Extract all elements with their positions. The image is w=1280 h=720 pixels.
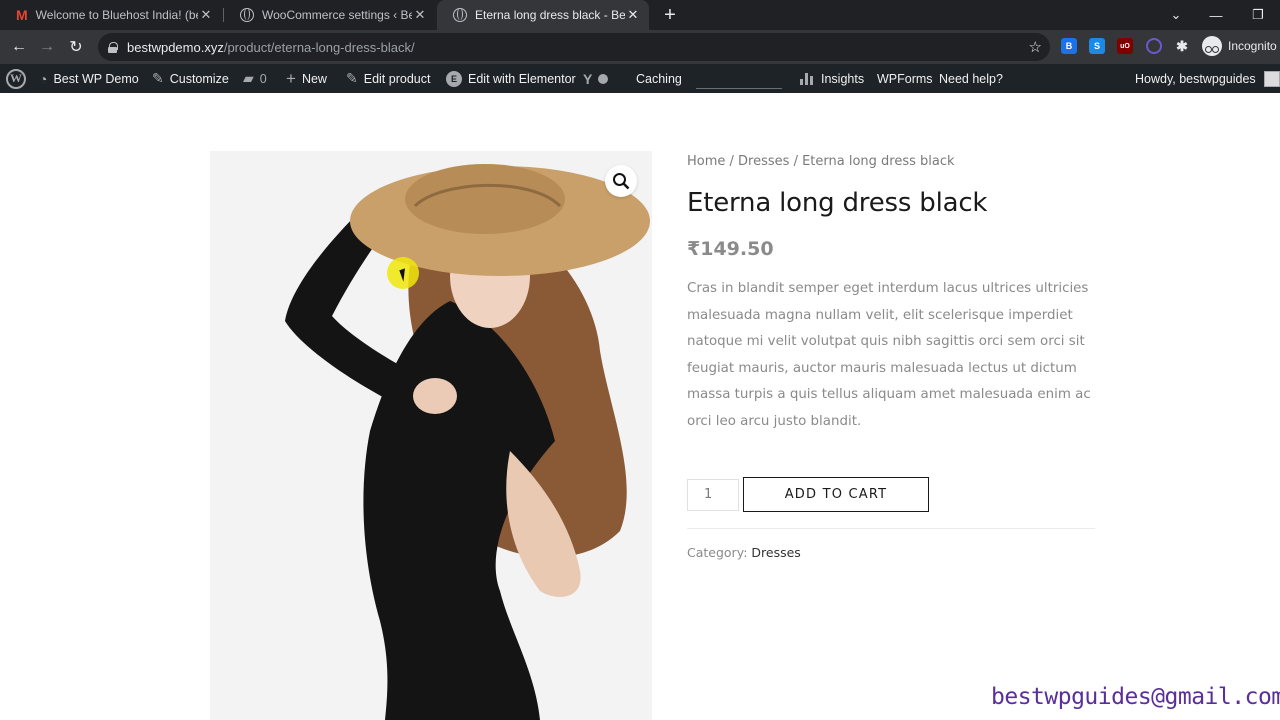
s-extension-icon[interactable]: S xyxy=(1089,38,1105,54)
tab-bluehost[interactable]: M Welcome to Bluehost India! (bes ✕ xyxy=(0,0,222,30)
paintbrush-icon: ✎ xyxy=(152,70,164,86)
insights-menu[interactable]: Insights xyxy=(800,64,864,93)
profile-label: Incognito xyxy=(1228,39,1277,53)
customize-label: Customize xyxy=(169,71,229,86)
wpforms-label: WPForms xyxy=(877,71,933,86)
browser-toolbar: ← → ↻ bestwpdemo.xyz/product/eterna-long… xyxy=(0,30,1280,64)
breadcrumb-category-link[interactable]: Dresses xyxy=(738,154,789,169)
bitwarden-extension-icon[interactable]: B xyxy=(1061,38,1077,54)
product-meta: Category: Dresses xyxy=(687,545,801,560)
woman-in-black-dress-photo xyxy=(210,151,652,720)
reload-icon[interactable]: ↻ xyxy=(64,35,88,59)
image-zoom-button[interactable] xyxy=(605,165,637,197)
close-icon[interactable]: ✕ xyxy=(198,7,214,23)
url-path: /product/eterna-long-dress-black/ xyxy=(223,39,415,55)
address-bar[interactable]: bestwpdemo.xyz/product/eterna-long-dress… xyxy=(98,33,1050,61)
my-account-menu[interactable]: Howdy, bestwpguides xyxy=(1135,64,1280,93)
restore-icon[interactable]: ❐ xyxy=(1238,0,1278,30)
breadcrumb-separator: / xyxy=(725,154,739,169)
lock-icon xyxy=(108,41,118,53)
product-short-description: Cras in blandit semper eget interdum lac… xyxy=(687,281,1091,429)
insights-bars-icon xyxy=(800,72,813,85)
minimize-icon[interactable]: — xyxy=(1196,0,1236,30)
url-text[interactable]: bestwpdemo.xyz/product/eterna-long-dress… xyxy=(127,40,415,55)
customize-link[interactable]: ✎ Customize xyxy=(152,64,229,93)
magnifier-icon xyxy=(613,173,630,190)
yoast-icon: Y xyxy=(583,70,593,87)
product-image[interactable] xyxy=(210,151,652,720)
edit-product-link[interactable]: ✎ Edit product xyxy=(346,64,430,93)
comments-count: 0 xyxy=(259,71,267,86)
extension-icon[interactable] xyxy=(1146,38,1162,54)
insights-label: Insights xyxy=(821,71,865,86)
ublock-extension-icon[interactable]: uO xyxy=(1117,38,1133,54)
pencil-icon: ✎ xyxy=(346,70,358,86)
edit-with-elementor-link[interactable]: E Edit with Elementor xyxy=(446,64,576,93)
globe-icon xyxy=(453,8,467,22)
puzzle-extensions-icon[interactable]: ✱ xyxy=(1174,38,1190,54)
watermark-email: bestwpguides@gmail.com xyxy=(991,684,1280,710)
incognito-icon xyxy=(1202,36,1222,56)
bookmark-star-icon[interactable]: ☆ xyxy=(1029,38,1042,56)
need-help-label: Need help? xyxy=(939,71,1003,86)
new-tab-button[interactable]: + xyxy=(660,4,680,26)
tab-title: WooCommerce settings ‹ Best W xyxy=(262,8,412,22)
edit-elementor-label: Edit with Elementor xyxy=(468,71,576,86)
category-label: Category: xyxy=(687,545,748,560)
divider xyxy=(687,528,1095,529)
close-icon[interactable]: ✕ xyxy=(625,7,641,23)
wp-admin-bar: W ◔ Best WP Demo ✎ Customize ▰ 0 + New ✎… xyxy=(0,64,1280,93)
tab-title: Welcome to Bluehost India! (bes xyxy=(35,8,198,22)
browser-tab-strip: M Welcome to Bluehost India! (bes ✕ WooC… xyxy=(0,0,1280,30)
wpforms-menu[interactable]: WPForms xyxy=(877,64,933,93)
avatar xyxy=(1263,70,1280,87)
breadcrumb-current: Eterna long dress black xyxy=(802,154,955,169)
back-icon[interactable]: ← xyxy=(7,35,31,59)
product-title: Eterna long dress black xyxy=(687,188,988,218)
comments-link[interactable]: ▰ 0 xyxy=(243,64,267,93)
tab-title: Eterna long dress black - Best W xyxy=(475,8,625,22)
add-to-cart-button[interactable]: ADD TO CART xyxy=(743,477,929,512)
close-icon[interactable]: ✕ xyxy=(412,7,428,23)
product-price: ₹149.50 xyxy=(687,238,774,260)
wordpress-icon: W xyxy=(6,68,26,89)
site-name-label: Best WP Demo xyxy=(53,71,139,86)
caching-progress-bar xyxy=(696,88,782,89)
forward-icon[interactable]: → xyxy=(35,35,59,59)
tab-woocommerce-settings[interactable]: WooCommerce settings ‹ Best W ✕ xyxy=(224,0,436,30)
globe-icon xyxy=(240,8,254,22)
comment-bubble-icon: ▰ xyxy=(243,70,254,86)
edit-product-label: Edit product xyxy=(363,71,431,86)
gmail-icon: M xyxy=(16,7,28,23)
elementor-icon: E xyxy=(446,70,462,87)
product-summary: Home / Dresses / Eterna long dress black… xyxy=(687,150,1095,435)
quantity-input[interactable]: 1 xyxy=(687,478,739,511)
seo-status-dot-icon xyxy=(598,73,609,84)
site-name-menu[interactable]: ◔ Best WP Demo xyxy=(39,64,139,93)
url-host: bestwpdemo.xyz xyxy=(127,39,224,55)
tab-eterna-dress[interactable]: Eterna long dress black - Best W ✕ xyxy=(437,0,649,30)
breadcrumb-home-link[interactable]: Home xyxy=(687,154,725,169)
plus-icon: + xyxy=(286,68,296,88)
wordpress-logo-menu[interactable]: W xyxy=(6,64,26,93)
incognito-profile[interactable]: Incognito xyxy=(1202,36,1277,56)
new-label: New xyxy=(301,71,327,86)
dashboard-gauge-icon: ◔ xyxy=(39,70,48,87)
breadcrumb: Home / Dresses / Eterna long dress black xyxy=(687,150,1095,174)
need-help-menu[interactable]: Need help? xyxy=(939,64,1003,93)
new-content-menu[interactable]: + New xyxy=(286,64,327,93)
caching-menu[interactable]: Caching xyxy=(636,64,682,93)
tab-search-chevron-icon[interactable]: ⌄ xyxy=(1156,0,1196,30)
howdy-label: Howdy, bestwpguides xyxy=(1135,71,1256,86)
category-link[interactable]: Dresses xyxy=(751,545,800,560)
breadcrumb-separator: / xyxy=(789,154,803,169)
yoast-seo-menu[interactable]: Y xyxy=(583,64,609,93)
caching-label: Caching xyxy=(636,71,682,86)
add-to-cart-form: 1 ADD TO CART xyxy=(687,477,929,512)
